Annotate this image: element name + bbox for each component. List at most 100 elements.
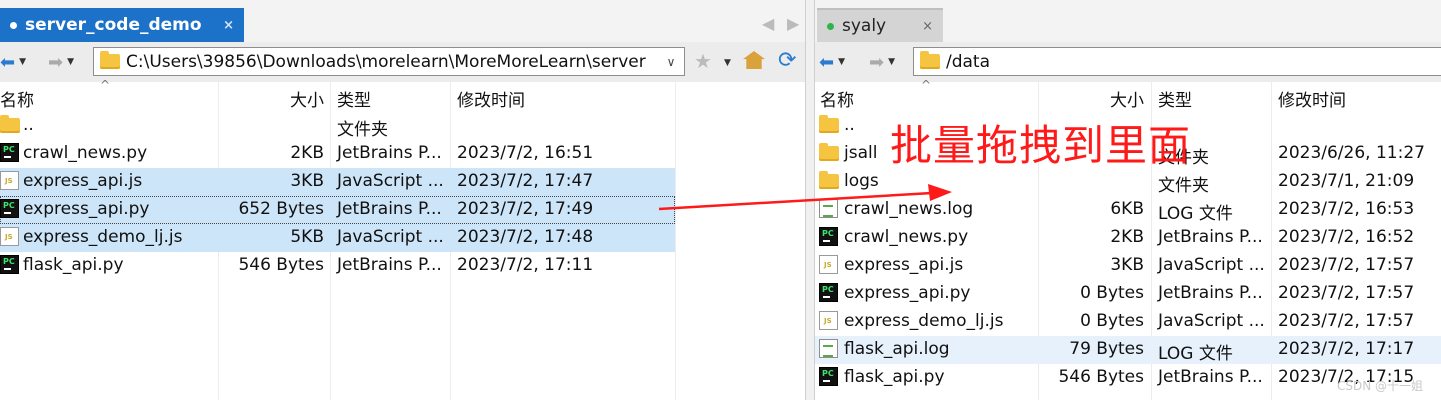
left-toolbar: ⬅ ▼ ➡ ▼ C:\Users\39856\Downloads\morelearn… [0,42,805,82]
back-dropdown-icon[interactable]: ▼ [19,57,26,67]
file-type: JetBrains P... [337,199,442,219]
column-header-modified[interactable]: 修改时间 [457,86,525,111]
file-modified: 2023/7/2, 16:52 [1278,227,1415,247]
local-path-bar[interactable]: C:\Users\39856\Downloads\morelearn\MoreM… [93,47,685,76]
list-header: 名称 ^ 大小 类型 修改时间 [815,78,1441,111]
column-header-size[interactable]: 大小 [1110,86,1144,111]
file-name: express_demo_lj.js [23,227,183,247]
column-header-modified[interactable]: 修改时间 [1278,86,1346,111]
home-icon[interactable] [743,51,765,69]
file-size: 0 Bytes [1080,311,1144,331]
forward-dropdown-icon[interactable]: ▼ [888,57,895,67]
column-header-name[interactable]: 名称 [820,86,854,111]
file-type: JetBrains P... [1158,367,1263,387]
column-header-type[interactable]: 类型 [1158,86,1192,111]
file-row[interactable]: crawl_news.log 6KB LOG 文件 2023/7/2, 16:5… [815,196,1441,224]
forward-dropdown-icon[interactable]: ▼ [67,57,74,67]
connected-status-dot [827,22,834,30]
file-name: flask_api.log [844,339,950,359]
tab-scroll-right-icon[interactable]: ▶ [787,14,799,33]
file-size: 546 Bytes [1058,367,1144,387]
list-header: 名称 ^ 大小 类型 修改时间 [0,78,805,111]
file-type: 文件夹 [1158,176,1209,196]
forward-button[interactable]: ➡ ▼ [48,50,74,74]
file-name: flask_api.py [23,255,124,275]
local-file-list: 名称 ^ 大小 类型 修改时间 .. 文件夹 crawl_news.py 2KB… [0,78,805,400]
file-row-selected-focused[interactable]: express_api.py 652 Bytes JetBrains P... … [0,196,675,224]
bookmark-star-icon[interactable]: ★ [694,49,712,73]
file-type: JavaScript ... [337,171,444,191]
tab-label: syaly [842,16,887,36]
file-name: flask_api.py [844,367,945,387]
file-size: 3KB [1110,255,1144,275]
tab-close-icon[interactable]: × [223,18,234,33]
local-file-pane: server_code_demo × ◀ ▶ ⬅ ▼ ➡ ▼ C:\Users\39… [0,0,805,400]
file-type: JavaScript ... [1158,311,1265,331]
sort-ascending-icon: ^ [100,78,111,92]
file-name: crawl_news.log [844,199,974,219]
file-name: crawl_news.py [844,227,969,247]
file-size: 652 Bytes [238,199,324,219]
column-header-size[interactable]: 大小 [290,86,324,111]
file-type: JetBrains P... [337,143,442,163]
file-size: 5KB [290,227,324,247]
bookmark-dropdown-icon[interactable]: ▼ [724,58,731,68]
forward-arrow-icon: ➡ [869,51,885,73]
file-modified: 2023/7/2, 17:48 [457,227,594,247]
remote-path-text[interactable]: /data [946,52,1441,72]
path-history-chevron-icon[interactable]: ∨ [658,55,684,69]
file-row[interactable]: express_api.js 3KB JavaScript ... 2023/7… [815,252,1441,280]
remote-file-pane: syaly × ⬅▼ ➡▼ /data 名称 ^ 大小 类型 修改时间 .. [815,0,1441,400]
pycharm-icon [819,367,838,386]
file-row[interactable]: crawl_news.py 2KB JetBrains P... 2023/7/… [815,224,1441,252]
pane-splitter[interactable] [805,0,815,400]
left-tab-strip: server_code_demo × ◀ ▶ [0,0,805,42]
file-name: jsall [844,143,878,163]
file-row-hovered[interactable]: flask_api.log 79 Bytes LOG 文件 2023/7/2, … [815,336,1441,364]
file-type: LOG 文件 [1158,344,1233,364]
pycharm-icon [0,199,19,218]
column-header-type[interactable]: 类型 [337,86,371,111]
js-file-icon [0,227,19,246]
file-row[interactable]: crawl_news.py 2KB JetBrains P... 2023/7/… [0,140,675,168]
watermark: CSDN @十一姐 [1336,379,1423,393]
remote-path-bar[interactable]: /data [913,47,1441,76]
file-row-parent[interactable]: .. 文件夹 [0,112,675,140]
column-header-name[interactable]: 名称 [0,86,34,111]
js-file-icon [819,311,838,330]
back-arrow-icon: ⬅ [819,51,835,73]
refresh-icon[interactable]: ⟳ [778,48,796,73]
folder-icon [100,51,120,69]
file-row[interactable]: express_demo_lj.js 0 Bytes JavaScript ..… [815,308,1441,336]
tab-server-code-demo[interactable]: server_code_demo × [0,8,244,42]
tab-syaly[interactable]: syaly × [817,8,943,42]
folder-icon [819,171,839,189]
tab-scroll-left-icon[interactable]: ◀ [762,14,774,33]
file-row[interactable]: express_api.py 0 Bytes JetBrains P... 20… [815,280,1441,308]
file-row-selected[interactable]: express_demo_lj.js 5KB JavaScript ... 20… [0,224,675,252]
file-size: 2KB [290,143,324,163]
file-type: JavaScript ... [337,227,444,247]
file-name: express_api.js [23,171,143,191]
file-name: express_api.py [844,283,971,303]
file-modified: 2023/7/2, 16:51 [457,143,594,163]
file-name: express_demo_lj.js [844,311,1004,331]
back-arrow-icon: ⬅ [0,51,16,73]
file-row[interactable]: flask_api.py 546 Bytes JetBrains P... 20… [0,252,675,280]
back-dropdown-icon[interactable]: ▼ [838,57,845,67]
file-size: 6KB [1110,199,1144,219]
folder-icon [819,143,839,161]
forward-button[interactable]: ➡ ▼ [869,50,895,74]
file-size: 3KB [290,171,324,191]
file-type: LOG 文件 [1158,204,1233,224]
back-button[interactable]: ⬅ ▼ [0,50,26,74]
file-modified: 2023/7/2, 16:53 [1278,199,1415,219]
back-button[interactable]: ⬅ ▼ [819,50,845,74]
annotation-text: 批量拖拽到里面 [890,121,1192,170]
file-modified: 2023/7/2, 17:11 [457,255,594,275]
tab-close-icon[interactable]: × [922,19,933,34]
tab-label: server_code_demo [25,15,202,35]
local-path-text[interactable]: C:\Users\39856\Downloads\morelearn\MoreM… [126,52,658,72]
file-name: logs [844,171,879,191]
file-row-selected[interactable]: express_api.js 3KB JavaScript ... 2023/7… [0,168,675,196]
